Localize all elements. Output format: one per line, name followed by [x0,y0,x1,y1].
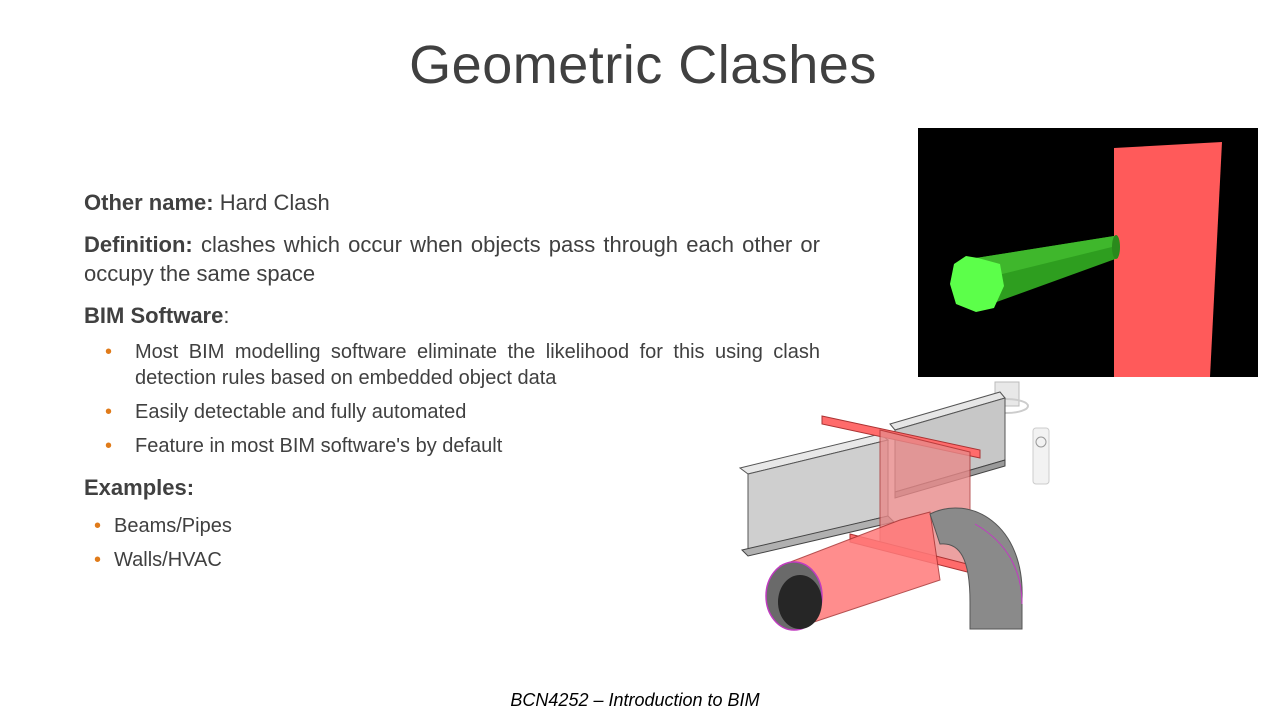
other-name-paragraph: Other name: Hard Clash [84,188,820,217]
slide-title: Geometric Clashes [409,35,877,95]
bim-point: Feature in most BIM software's by defaul… [105,433,820,459]
bim-software-list: Most BIM modelling software eliminate th… [84,339,820,459]
bim-point: Easily detectable and fully automated [105,399,820,425]
definition-label: Definition: [84,232,193,257]
slide-footer: BCN4252 – Introduction to BIM [510,690,760,710]
definition-paragraph: Definition: clashes which occur when obj… [84,230,820,288]
examples-heading: Examples: [84,473,820,502]
bim-software-heading: BIM Software: [84,301,820,330]
definition-value: clashes which occur when objects pass th… [84,232,820,286]
other-name-label: Other name: [84,190,214,215]
beam-pipe-clash-image [738,381,1050,631]
bim-software-colon: : [223,303,230,328]
examples-label: Examples: [84,475,195,500]
navigation-bar-icon [1032,427,1050,485]
other-name-value: Hard Clash [213,190,330,215]
examples-list: Beams/Pipes Walls/HVAC [84,513,820,573]
pipe-wall-clash-image [918,128,1258,377]
slide-body: Other name: Hard Clash Definition: clash… [84,188,820,581]
example-item: Walls/HVAC [94,547,820,573]
bim-point: Most BIM modelling software eliminate th… [105,339,820,391]
example-item: Beams/Pipes [94,513,820,539]
bim-software-label: BIM Software [84,303,224,328]
